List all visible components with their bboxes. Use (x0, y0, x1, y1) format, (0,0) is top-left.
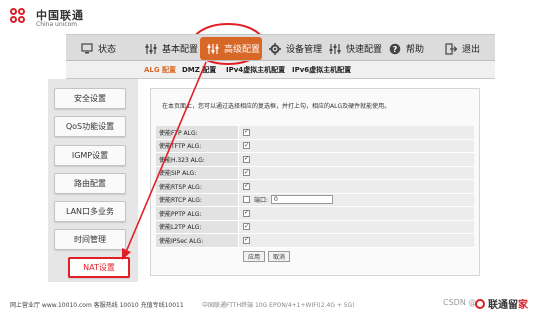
svg-text:?: ? (393, 45, 398, 54)
ipsec-alg-label: 使能IPSec ALG: (159, 237, 204, 245)
cancel-button[interactable]: 取消 (268, 251, 291, 262)
sidebar-item-security[interactable]: 安全设置 (54, 88, 126, 109)
main-nav: 状态 基本配置 高级配置 设备管理 快速配置 ? 帮助 退出 (66, 34, 495, 61)
tab-ipv6-virtual-host[interactable]: IPv6虚拟主机配置 (292, 65, 351, 75)
help-icon: ? (388, 42, 402, 55)
footer: 网上营业厅 www.10010.com 客服热线 10010 充值专线10011… (0, 296, 556, 315)
sidebar-item-nat[interactable]: NAT设置 (68, 257, 130, 278)
sidebar-item-time[interactable]: 时间管理 (54, 229, 126, 250)
rtcp-port-input[interactable]: 0 (271, 195, 334, 205)
pptp-alg-checkbox[interactable]: ✓ (243, 209, 250, 217)
nav-basic-config[interactable]: 基本配置 (144, 35, 198, 62)
form-row: 使能PPTP ALG: ✓ (156, 207, 474, 221)
rtsp-alg-checkbox[interactable]: ✓ (243, 182, 250, 190)
tab-alg-config[interactable]: ALG 配置 (144, 65, 176, 75)
form-row: 使能TFTP ALG: ✓ (156, 139, 474, 153)
brand-logo: 中国联通 China unicom (10, 8, 84, 30)
tftp-alg-checkbox[interactable]: ✓ (243, 142, 250, 150)
brand-circle-icon (475, 298, 485, 309)
form-row: 使能L2TP ALG: ✓ (156, 220, 474, 234)
sidebar-item-qos[interactable]: QoS功能设置 (54, 116, 126, 137)
sidebar: 安全设置 QoS功能设置 IGMP设置 路由配置 LAN口多业务 时间管理 NA… (48, 79, 138, 282)
unicom-logo-icon (10, 8, 32, 30)
exit-icon (444, 42, 458, 55)
rtsp-alg-label: 使能RTSP ALG: (159, 183, 202, 191)
ftp-alg-label: 使能FTP ALG: (159, 129, 198, 137)
sidebar-item-routing[interactable]: 路由配置 (54, 173, 126, 194)
tftp-alg-label: 使能TFTP ALG: (159, 143, 202, 151)
nav-status[interactable]: 状态 (80, 35, 116, 62)
h323-alg-label: 使能H.323 ALG: (159, 156, 205, 164)
sip-alg-checkbox[interactable]: ✓ (243, 169, 250, 177)
pptp-alg-label: 使能PPTP ALG: (159, 210, 202, 218)
rtcp-alg-checkbox[interactable] (243, 196, 250, 204)
footer-brand: 联通留家 (475, 296, 528, 311)
sip-alg-label: 使能SIP ALG: (159, 170, 197, 178)
form-row: 使能RTCP ALG: 端口: 0 (156, 193, 474, 207)
nav-advanced-config[interactable]: 高级配置 (199, 35, 263, 62)
nav-logout[interactable]: 退出 (444, 35, 480, 62)
form-row: 使能RTSP ALG: ✓ (156, 180, 474, 194)
form-row: 使能H.323 ALG: ✓ (156, 153, 474, 167)
footer-service-info: 网上营业厅 www.10010.com 客服热线 10010 充值专线10011 (10, 302, 184, 309)
alg-form: 使能FTP ALG: ✓ 使能TFTP ALG: ✓ 使能H.323 ALG: … (156, 126, 474, 248)
nav-quick-config[interactable]: 快速配置 (328, 35, 382, 62)
footer-device-model: 中国联通FTTH终端 10G EPON/4+1+WIFI(2.4G + 5G) (202, 302, 355, 309)
l2tp-alg-checkbox[interactable]: ✓ (243, 223, 250, 231)
ftp-alg-checkbox[interactable]: ✓ (243, 128, 250, 136)
sub-tabs: ALG 配置 DMZ 配置 IPv4虚拟主机配置 IPv6虚拟主机配置 (66, 61, 495, 79)
ipsec-alg-checkbox[interactable]: ✓ (243, 236, 250, 244)
brand-name-en: China unicom (36, 21, 78, 28)
l2tp-alg-label: 使能L2TP ALG: (159, 224, 202, 232)
page-description: 在本页面上，您可以通过选择相应的复选框，并打上勾，相应的ALG及硬件就能使用。 (162, 103, 391, 110)
tab-ipv4-virtual-host[interactable]: IPv4虚拟主机配置 (226, 65, 285, 75)
sliders-icon (144, 42, 158, 55)
nav-device-management[interactable]: 设备管理 (268, 35, 322, 62)
sliders-icon (328, 42, 342, 55)
sidebar-item-lan-multiservice[interactable]: LAN口多业务 (54, 201, 126, 222)
watermark: CSDN @ (443, 298, 477, 307)
nav-help[interactable]: ? 帮助 (388, 35, 424, 62)
form-row: 使能FTP ALG: ✓ (156, 126, 474, 140)
form-row: 使能SIP ALG: ✓ (156, 166, 474, 180)
sidebar-item-igmp[interactable]: IGMP设置 (54, 145, 126, 166)
form-row: 使能IPSec ALG: ✓ (156, 234, 474, 248)
h323-alg-checkbox[interactable]: ✓ (243, 155, 250, 163)
gear-icon (268, 42, 282, 55)
tab-dmz-config[interactable]: DMZ 配置 (182, 65, 216, 75)
main-panel: 在本页面上，您可以通过选择相应的复选框，并打上勾，相应的ALG及硬件就能使用。 … (150, 88, 480, 276)
rtcp-alg-label: 使能RTCP ALG: (159, 197, 202, 205)
brand-name-cn: 中国联通 (36, 9, 84, 22)
sliders-icon (206, 42, 220, 55)
rtcp-port-label: 端口: (254, 197, 269, 205)
monitor-icon (80, 42, 94, 55)
apply-button[interactable]: 应用 (243, 251, 266, 262)
